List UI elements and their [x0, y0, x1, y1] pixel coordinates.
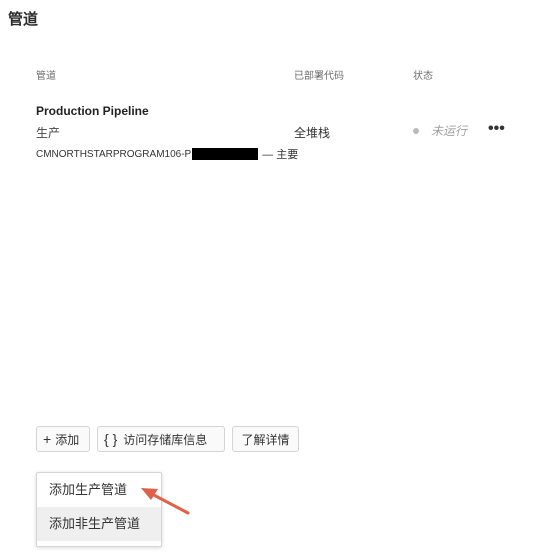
status-cell: 未运行 [413, 122, 467, 139]
learn-more-label: 了解详情 [241, 432, 290, 447]
status-dot-icon [413, 127, 419, 134]
column-header-status: 状态 [413, 71, 433, 82]
column-header-deployed-code: 已部署代码 [294, 71, 344, 82]
redaction-block [192, 148, 259, 160]
learn-more-button[interactable]: 了解详情 [232, 426, 299, 452]
pipeline-environment: 生产 [36, 126, 61, 140]
repo-info-button[interactable]: { } 访问存储库信息 [97, 426, 225, 452]
status-label: 未运行 [431, 124, 468, 138]
column-header-pipeline: 管道 [36, 71, 56, 82]
add-button[interactable]: + 添加 [36, 426, 90, 452]
deployed-code-value: 全堆栈 [294, 126, 331, 140]
pipeline-repo: CMNORTHSTARPROGRAM106-P — 主要 [36, 146, 298, 162]
more-actions-button[interactable]: ••• [488, 121, 505, 137]
pipeline-name[interactable]: Production Pipeline [36, 104, 149, 118]
repo-name: CMNORTHSTARPROGRAM106-P [36, 148, 192, 160]
page-title: 管道 [8, 11, 39, 28]
plus-icon: + [43, 431, 52, 447]
branch-label: — 主要 [262, 149, 299, 161]
repo-info-label: 访问存储库信息 [123, 432, 208, 447]
add-button-label: 添加 [55, 432, 80, 447]
braces-icon: { } [104, 431, 118, 447]
annotation-arrow-icon [141, 488, 190, 515]
